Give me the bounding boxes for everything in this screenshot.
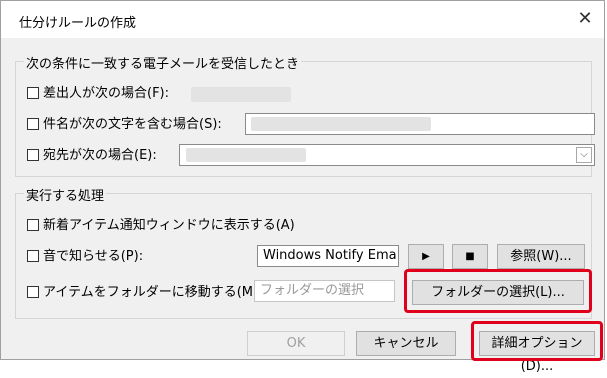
actions-group-label: 実行する処理: [24, 185, 107, 204]
move-to-folder-label: アイテムをフォルダーに移動する(M):: [43, 285, 263, 300]
play-sound-option[interactable]: 音で知らせる(P):: [27, 246, 143, 268]
ok-button[interactable]: OK: [247, 331, 345, 356]
subject-label: 件名が次の文字を含む場合(S):: [43, 117, 222, 132]
subject-checkbox[interactable]: [27, 118, 39, 130]
sent-to-condition[interactable]: 宛先が次の場合(E):: [27, 145, 157, 167]
stop-icon: ■: [465, 251, 475, 262]
sent-to-checkbox[interactable]: [27, 149, 39, 161]
subject-value-redacted: [251, 117, 431, 131]
folder-field: フォルダーの選択: [254, 280, 395, 302]
browse-button[interactable]: 参照(W)...: [497, 244, 585, 269]
subject-input[interactable]: [245, 113, 595, 135]
sent-to-label: 宛先が次の場合(E):: [43, 148, 157, 163]
chevron-down-icon[interactable]: ⌵: [576, 147, 592, 163]
close-icon: ✕: [577, 8, 593, 29]
title-bar: 仕分けルールの作成 ✕: [1, 1, 604, 38]
play-sound-checkbox[interactable]: [27, 250, 39, 262]
conditions-group-label: 次の条件に一致する電子メールを受信したとき: [24, 53, 302, 72]
select-folder-highlight: [404, 269, 592, 313]
sent-to-dropdown[interactable]: ⌵: [179, 144, 595, 166]
play-sound-button[interactable]: ▶: [408, 244, 444, 269]
cancel-button[interactable]: キャンセル: [356, 331, 456, 356]
create-rule-dialog: 仕分けルールの作成 ✕ 次の条件に一致する電子メールを受信したとき 差出人が次の…: [0, 0, 605, 374]
stop-sound-button[interactable]: ■: [452, 244, 488, 269]
move-to-folder-option[interactable]: アイテムをフォルダーに移動する(M):: [27, 282, 262, 304]
from-condition[interactable]: 差出人が次の場合(F):: [27, 83, 169, 105]
from-value-redacted: [191, 87, 291, 102]
from-label: 差出人が次の場合(F):: [43, 86, 170, 101]
new-item-alert-label: 新着アイテム通知ウィンドウに表示する(A): [43, 218, 295, 233]
play-icon: ▶: [422, 251, 430, 262]
sent-to-value-redacted: [186, 148, 306, 162]
new-item-alert-checkbox[interactable]: [27, 219, 39, 231]
subject-condition[interactable]: 件名が次の文字を含む場合(S):: [27, 114, 222, 136]
advanced-options-highlight: [471, 321, 603, 361]
sound-file-input[interactable]: Windows Notify Ema: [257, 245, 399, 267]
dialog-title: 仕分けルールの作成: [19, 16, 137, 31]
from-checkbox[interactable]: [27, 87, 39, 99]
play-sound-label: 音で知らせる(P):: [43, 249, 144, 264]
new-item-alert-option[interactable]: 新着アイテム通知ウィンドウに表示する(A): [27, 215, 295, 237]
move-to-folder-checkbox[interactable]: [27, 286, 39, 298]
close-button[interactable]: ✕: [570, 4, 600, 34]
